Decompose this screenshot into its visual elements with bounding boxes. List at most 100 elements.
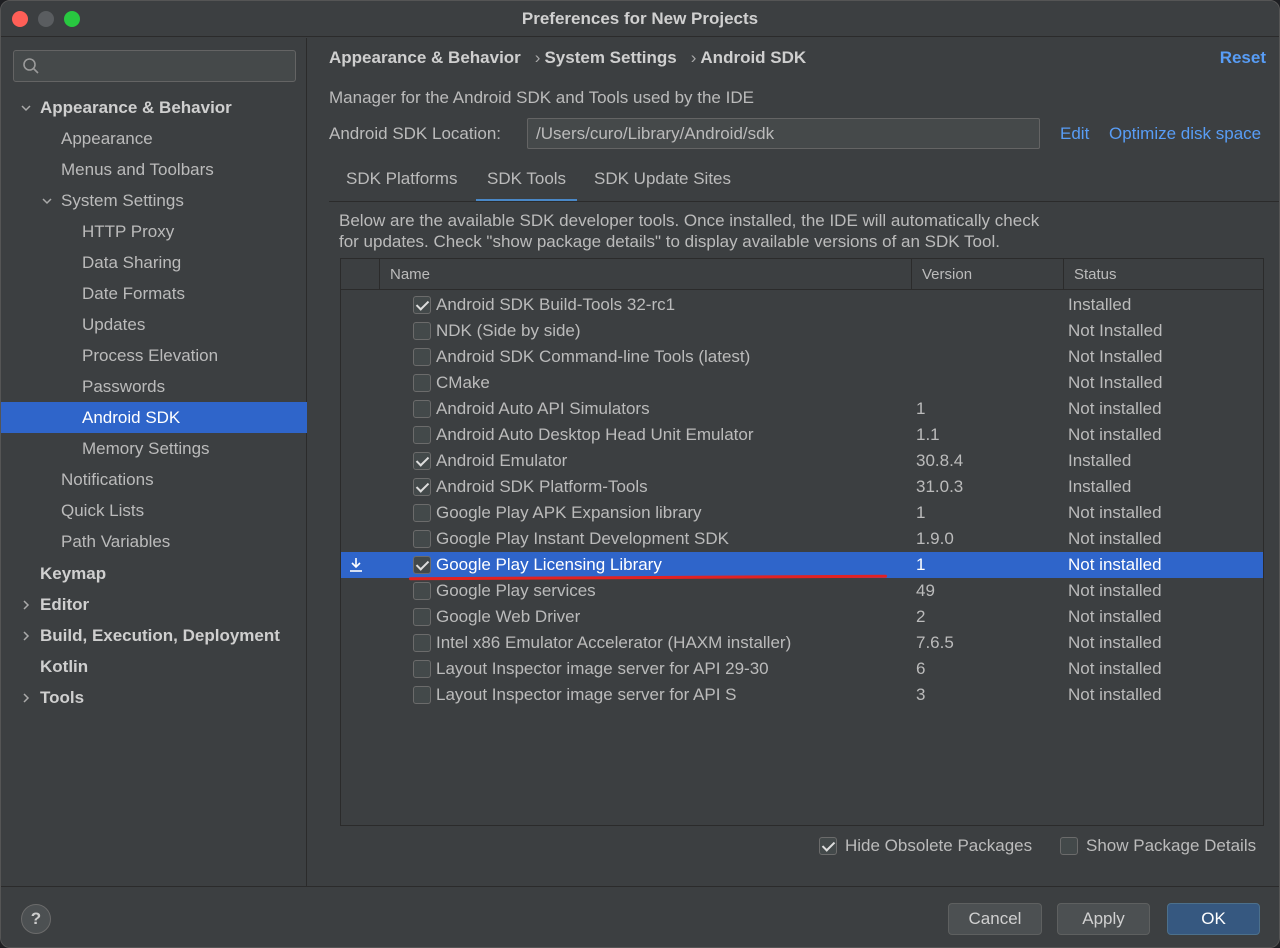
column-header-version[interactable]: Version [911,259,1063,290]
tool-name: Intel x86 Emulator Accelerator (HAXM ins… [436,633,792,652]
ok-button[interactable]: OK [1167,903,1260,935]
table-row[interactable]: Layout Inspector image server for API 29… [341,656,1263,682]
tab-sdk-tools[interactable]: SDK Tools [476,162,578,202]
tool-version: 7.6.5 [916,633,954,652]
table-row[interactable]: Android SDK Command-line Tools (latest) N… [341,344,1263,370]
sidebar-item-date-formats[interactable]: Date Formats [1,278,307,309]
row-checkbox[interactable] [413,556,431,574]
sidebar-item-label: HTTP Proxy [82,222,175,241]
sidebar-item-notifications[interactable]: Notifications [1,464,307,495]
table-row[interactable]: Android Auto Desktop Head Unit Emulator 1… [341,422,1263,448]
row-checkbox[interactable] [413,660,431,678]
reset-link[interactable]: Reset [1220,48,1266,68]
sidebar-item-http-proxy[interactable]: HTTP Proxy [1,216,307,247]
chevron-down-icon[interactable] [20,102,32,114]
table-row[interactable]: Layout Inspector image server for API S 3… [341,682,1263,708]
tool-version: 1.9.0 [916,529,954,548]
apply-button[interactable]: Apply [1057,903,1150,935]
tab-sdk-update-sites[interactable]: SDK Update Sites [594,162,731,202]
table-row[interactable]: Google Play APK Expansion library 1 Not in… [341,500,1263,526]
sidebar-item-label: Path Variables [61,532,171,551]
sidebar-item-updates[interactable]: Updates [1,309,307,340]
table-row[interactable]: Android SDK Build-Tools 32-rc1 Installed [341,292,1263,318]
row-checkbox[interactable] [413,452,431,470]
sidebar-item-label: Tools [40,688,85,707]
sidebar-item-label: Date Formats [82,284,185,303]
column-header-name[interactable]: Name [379,259,911,290]
row-checkbox[interactable] [413,478,431,496]
table-row[interactable]: CMake Not Installed [341,370,1263,396]
sidebar-item-menus-toolbars[interactable]: Menus and Toolbars [1,154,307,185]
cancel-button[interactable]: Cancel [948,903,1042,935]
settings-search-input[interactable] [13,50,296,82]
sidebar-item-appearance-behavior[interactable]: Appearance & Behavior [1,92,307,123]
tab-divider [329,201,1279,202]
sidebar-item-keymap[interactable]: Keymap [1,558,307,589]
row-checkbox[interactable] [413,530,431,548]
preferences-window: Preferences for New Projects Appearance … [0,0,1280,948]
row-checkbox[interactable] [413,634,431,652]
sidebar-item-system-settings[interactable]: System Settings [1,185,307,216]
tool-version: 1 [916,555,926,574]
sidebar-item-label: Notifications [61,470,154,489]
table-row[interactable]: NDK (Side by side) Not Installed [341,318,1263,344]
sidebar-item-kotlin[interactable]: Kotlin [1,651,307,682]
tool-status: Not installed [1068,425,1162,444]
checkbox-box[interactable] [819,837,837,855]
tool-version: 31.0.3 [916,477,964,496]
table-row[interactable]: Android Emulator 30.8.4 Installed [341,448,1263,474]
chevron-right-icon[interactable] [20,630,32,642]
tool-name: Android SDK Command-line Tools (latest) [436,347,751,366]
row-checkbox[interactable] [413,296,431,314]
sdk-location-field[interactable]: /Users/curo/Library/Android/sdk [527,118,1040,149]
checkbox-label: Show Package Details [1086,836,1257,855]
row-checkbox[interactable] [413,374,431,392]
tab-sdk-platforms[interactable]: SDK Platforms [346,162,457,202]
sidebar-item-editor[interactable]: Editor [1,589,307,620]
tool-version: 1 [916,399,926,418]
chevron-down-icon[interactable] [41,195,53,207]
table-row[interactable]: Google Play Licensing Library 1 Not instal… [341,552,1263,581]
sidebar-item-label: System Settings [61,191,184,210]
row-checkbox[interactable] [413,686,431,704]
sidebar-item-label: Appearance & Behavior [40,98,232,117]
tool-name: Android Auto API Simulators [436,399,650,418]
sidebar-item-label: Appearance [61,129,153,148]
row-checkbox[interactable] [413,608,431,626]
chevron-right-icon[interactable] [20,599,32,611]
sidebar-item-appearance[interactable]: Appearance [1,123,307,154]
tool-name: Google Web Driver [436,607,581,626]
sidebar-item-android-sdk[interactable]: Android SDK [1,402,307,433]
row-checkbox[interactable] [413,322,431,340]
row-checkbox[interactable] [413,582,431,600]
column-header-status[interactable]: Status [1063,259,1263,290]
sidebar-item-tools[interactable]: Tools [1,682,307,713]
tool-name: Android Emulator [436,451,568,470]
table-row[interactable]: Google Play Instant Development SDK 1.9.0… [341,526,1263,552]
edit-location-link[interactable]: Edit [1060,124,1089,144]
row-checkbox[interactable] [413,348,431,366]
settings-sidebar: Appearance & Behavior Appearance Menus a… [1,38,307,886]
table-row[interactable]: Google Web Driver 2 Not installed [341,604,1263,630]
table-row[interactable]: Android SDK Platform-Tools 31.0.3 Installe… [341,474,1263,500]
help-button[interactable]: ? [21,904,51,934]
tools-description: Below are the available SDK developer to… [339,210,1119,252]
chevron-right-icon[interactable] [20,692,32,704]
row-checkbox[interactable] [413,400,431,418]
sidebar-item-label: Keymap [40,564,107,583]
optimize-disk-space-link[interactable]: Optimize disk space [1109,124,1261,144]
sidebar-item-passwords[interactable]: Passwords [1,371,307,402]
sidebar-item-build-execution-deployment[interactable]: Build, Execution, Deployment [1,620,307,651]
checkbox-box[interactable] [1060,837,1078,855]
table-row[interactable]: Android Auto API Simulators 1 Not installe… [341,396,1263,422]
sidebar-item-path-variables[interactable]: Path Variables [1,526,307,557]
sidebar-item-process-elevation[interactable]: Process Elevation [1,340,307,371]
sidebar-item-quick-lists[interactable]: Quick Lists [1,495,307,526]
row-checkbox[interactable] [413,426,431,444]
sidebar-item-memory-settings[interactable]: Memory Settings [1,433,307,464]
sidebar-item-data-sharing[interactable]: Data Sharing [1,247,307,278]
table-row[interactable]: Google Play services 49 Not installed [341,578,1263,604]
row-checkbox[interactable] [413,504,431,522]
table-row[interactable]: Intel x86 Emulator Accelerator (HAXM ins… [341,630,1263,656]
tools-description-line: for updates. Check "show package details… [339,232,1000,251]
